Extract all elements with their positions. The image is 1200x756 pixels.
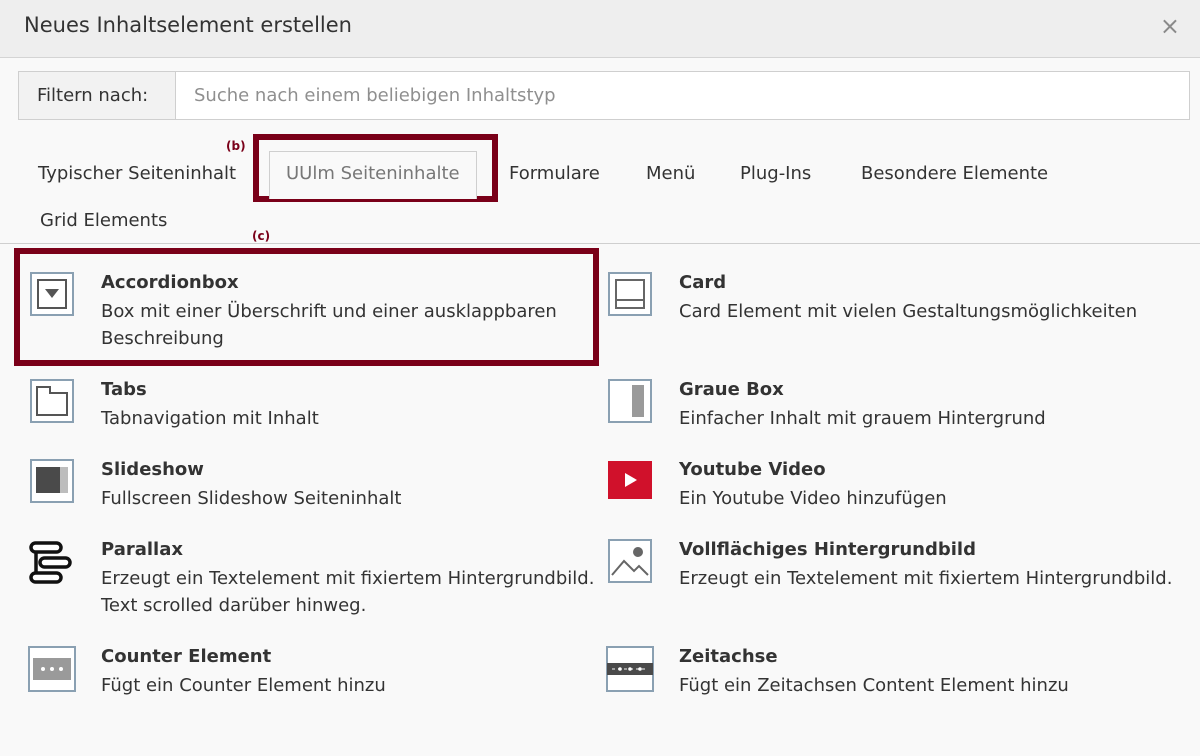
tab-uulm-seiteninhalte[interactable]: UUlm Seiteninhalte [269,151,477,199]
item-name: Youtube Video [679,459,826,480]
tabs-icon [30,379,78,427]
tab-menue[interactable]: Menü [646,163,695,184]
image-icon [608,539,656,587]
youtube-icon [608,461,656,509]
content-item-zeitachse[interactable]: Zeitachse Fügt ein Zeitachsen Content El… [595,646,1185,701]
item-description: Erzeugt ein Textelement mit fixiertem Hi… [101,568,595,616]
accordion-icon [30,272,78,320]
item-name: Vollflächiges Hintergrundbild [679,539,976,560]
item-name: Zeitachse [679,646,778,667]
content-item-card[interactable]: Card Card Element mit vielen Gestaltungs… [595,272,1185,332]
annotation-b: (b) [226,139,246,153]
content-item-vollflaechiges-hintergrundbild[interactable]: Vollflächiges Hintergrundbild Erzeugt ei… [595,539,1185,621]
item-description: Card Element mit vielen Gestaltungsmögli… [679,301,1138,322]
tab-formulare[interactable]: Formulare [509,163,600,184]
content-item-youtube-video[interactable]: Youtube Video Ein Youtube Video hinzufüg… [595,459,1185,514]
item-name: Tabs [101,379,147,400]
item-description: Tabnavigation mit Inhalt [101,408,319,429]
item-name: Slideshow [101,459,204,480]
item-name: Accordionbox [101,272,239,293]
item-description: Fügt ein Zeitachsen Content Element hinz… [679,675,1069,696]
content-item-counter-element[interactable]: Counter Element Fügt ein Counter Element… [17,646,597,701]
tab-grid-elements[interactable]: Grid Elements [40,210,167,231]
tab-plug-ins[interactable]: Plug-Ins [740,163,811,184]
item-description: Einfacher Inhalt mit grauem Hintergrund [679,408,1046,429]
item-name: Graue Box [679,379,784,400]
content-item-graue-box[interactable]: Graue Box Einfacher Inhalt mit grauem Hi… [595,379,1185,434]
tab-besondere-elemente[interactable]: Besondere Elemente [861,163,1048,184]
content-item-tabs[interactable]: Tabs Tabnavigation mit Inhalt [17,379,597,434]
item-description: Box mit einer Überschrift und einer ausk… [101,301,557,349]
item-name: Parallax [101,539,183,560]
annotation-c: (c) [252,229,271,243]
counter-icon [28,646,76,694]
tabs-divider [0,243,1200,244]
parallax-icon [28,539,76,587]
filter-label: Filtern nach: [19,72,176,119]
dialog-header: Neues Inhaltselement erstellen × [0,0,1200,58]
filter-input[interactable] [176,72,1189,119]
item-description: Fügt ein Counter Element hinzu [101,675,386,696]
dialog-title: Neues Inhaltselement erstellen [24,13,352,37]
item-description: Fullscreen Slideshow Seiteninhalt [101,488,402,509]
content-item-accordionbox[interactable]: Accordionbox Box mit einer Überschrift u… [17,272,597,352]
item-name: Counter Element [101,646,272,667]
close-icon[interactable]: × [1160,12,1180,40]
item-description: Erzeugt ein Textelement mit fixiertem Hi… [679,568,1173,589]
card-icon [608,272,656,320]
timeline-icon [606,646,654,694]
slideshow-icon [30,459,78,507]
filter-bar: Filtern nach: [18,71,1190,120]
tab-typischer-seiteninhalt[interactable]: Typischer Seiteninhalt [38,163,236,184]
content-item-slideshow[interactable]: Slideshow Fullscreen Slideshow Seiteninh… [17,459,597,514]
content-item-parallax[interactable]: Parallax Erzeugt ein Textelement mit fix… [17,539,597,621]
item-description: Ein Youtube Video hinzufügen [679,488,947,509]
item-name: Card [679,272,727,293]
grey-box-icon [608,379,656,427]
